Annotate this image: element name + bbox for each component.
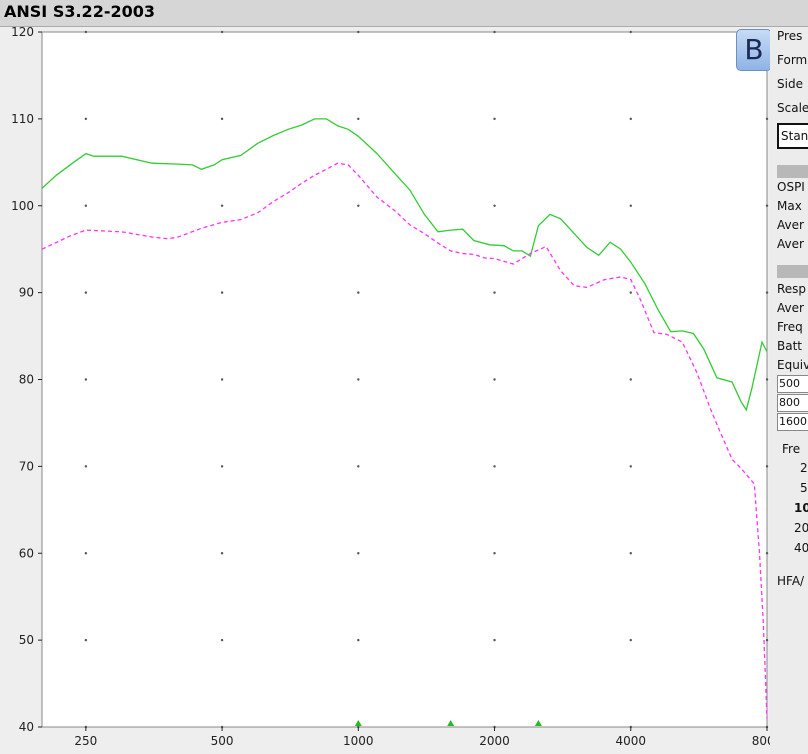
b-button[interactable]: B bbox=[736, 29, 772, 71]
freq-item-3: 10 bbox=[794, 501, 808, 515]
title-bar: ANSI S3.22-2003 bbox=[0, 0, 808, 27]
side-label-form: Form bbox=[777, 53, 808, 67]
section-header-bar bbox=[777, 165, 808, 178]
grid-dot bbox=[493, 30, 496, 34]
grid-dot bbox=[220, 291, 224, 294]
side-label-hfa: HFA/ bbox=[777, 574, 805, 588]
grid-dot bbox=[629, 552, 632, 555]
grid-dot bbox=[629, 465, 632, 468]
plot-frame bbox=[41, 31, 768, 728]
grid-dot bbox=[493, 552, 496, 555]
side-label-resp: Resp bbox=[777, 282, 807, 296]
grid-dot bbox=[357, 638, 360, 642]
grid-dot bbox=[357, 378, 360, 381]
side-label-aver-1: Aver bbox=[777, 218, 804, 232]
grid-dot bbox=[765, 552, 769, 555]
grid-dot bbox=[765, 378, 769, 381]
grid-dot bbox=[84, 291, 88, 294]
window-title: ANSI S3.22-2003 bbox=[4, 2, 155, 21]
grid-dot bbox=[493, 378, 496, 381]
side-label-scale: Scale bbox=[777, 101, 808, 115]
x-tick-label: 1000 bbox=[343, 734, 374, 748]
grid-dot bbox=[357, 30, 360, 34]
freq-header: Fre bbox=[782, 442, 801, 456]
grid-dot bbox=[357, 552, 360, 555]
grid-dot bbox=[493, 465, 496, 468]
grid-dot bbox=[220, 117, 224, 121]
chart-area: 40 50 60 70 80 90 100 110 120 250 500 1000 2000 4000 8… bbox=[0, 27, 770, 754]
x-tick-label: 4000 bbox=[615, 734, 646, 748]
side-label-aver-2: Aver bbox=[777, 237, 804, 251]
grid-dot bbox=[493, 204, 496, 207]
grid-dot bbox=[220, 638, 224, 642]
side-label-aver-3: Aver bbox=[777, 301, 804, 315]
x-tick-label: 8000 bbox=[752, 734, 770, 748]
grid-dot bbox=[220, 552, 224, 555]
y-tick-label: 90 bbox=[19, 286, 34, 300]
freq-box-500[interactable]: 500 bbox=[777, 375, 808, 393]
grid-dot bbox=[629, 638, 632, 642]
y-tick-label: 60 bbox=[19, 546, 34, 560]
grid-dot bbox=[84, 117, 88, 121]
y-tick-label: 70 bbox=[19, 459, 34, 473]
side-label-batt: Batt bbox=[777, 339, 802, 353]
side-label-max: Max bbox=[777, 199, 802, 213]
y-tick-label: 100 bbox=[11, 199, 34, 213]
grid-dot bbox=[84, 204, 88, 207]
side-label-side: Side bbox=[777, 77, 803, 91]
y-tick-label: 110 bbox=[11, 112, 34, 126]
grid-dot bbox=[765, 117, 769, 121]
y-tick-label: 40 bbox=[19, 720, 34, 734]
side-label-ospl: OSPI bbox=[777, 180, 805, 194]
x-tick-label: 2000 bbox=[479, 734, 510, 748]
y-tick-label: 80 bbox=[19, 373, 34, 387]
y-tick-label: 50 bbox=[19, 633, 34, 647]
x-tick-label: 250 bbox=[74, 734, 97, 748]
freq-box-1600[interactable]: 1600 bbox=[777, 413, 808, 431]
grid-dot bbox=[629, 117, 632, 121]
freq-item-1: 2 bbox=[800, 461, 808, 475]
grid-dot bbox=[357, 465, 360, 468]
section-header-bar-2 bbox=[777, 265, 808, 278]
grid-dot bbox=[765, 291, 769, 294]
grid-dot bbox=[629, 30, 632, 34]
side-panel: Pres Form Side Scale Stan OSPI Max Aver … bbox=[770, 27, 808, 754]
grid-dot bbox=[84, 465, 88, 468]
frequency-response-chart: 40 50 60 70 80 90 100 110 120 250 500 1000 2000 4000 8… bbox=[0, 27, 770, 754]
grid-dot bbox=[629, 378, 632, 381]
grid-dot bbox=[84, 552, 88, 555]
grid-dot bbox=[493, 117, 496, 121]
y-tick-label: 120 bbox=[11, 27, 34, 39]
freq-item-2: 5 bbox=[800, 481, 808, 495]
freq-item-5: 40 bbox=[794, 541, 808, 555]
side-label-freq: Freq bbox=[777, 320, 803, 334]
grid-dot bbox=[220, 465, 224, 468]
grid-dot bbox=[220, 204, 224, 207]
grid-dot bbox=[84, 638, 88, 642]
grid-dot bbox=[493, 291, 496, 294]
grid-dot bbox=[357, 204, 360, 207]
grid-dot bbox=[357, 291, 360, 294]
grid-dot bbox=[357, 117, 360, 121]
grid-dot bbox=[84, 378, 88, 381]
freq-box-800[interactable]: 800 bbox=[777, 394, 808, 412]
grid-dot bbox=[493, 638, 496, 642]
x-tick-label: 500 bbox=[211, 734, 234, 748]
grid-dot bbox=[220, 378, 224, 381]
grid-dot bbox=[629, 291, 632, 294]
grid-dot bbox=[765, 638, 769, 642]
grid-dot bbox=[84, 30, 88, 34]
grid-dot bbox=[765, 204, 769, 207]
side-label-pres: Pres bbox=[777, 29, 803, 43]
standard-button[interactable]: Stan bbox=[777, 123, 808, 149]
freq-item-4: 20 bbox=[794, 521, 808, 535]
grid-dot bbox=[629, 204, 632, 207]
side-label-equiv: Equiv bbox=[777, 358, 808, 372]
grid-dot bbox=[765, 465, 769, 468]
grid-dot bbox=[220, 30, 224, 34]
